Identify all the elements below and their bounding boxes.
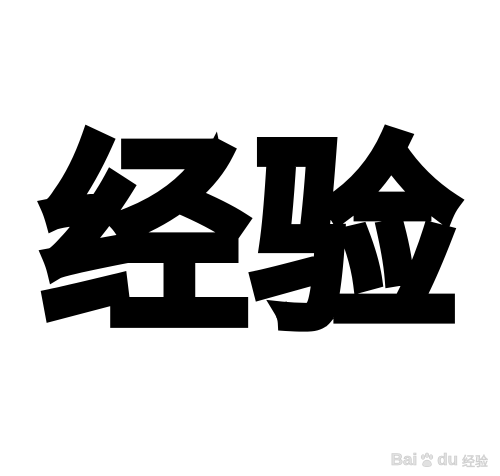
artwork-canvas: 经 验 Bai du 经验	[0, 0, 500, 476]
baidu-watermark: Bai du 经验	[390, 450, 489, 470]
headline-char-jing: 经	[37, 118, 253, 358]
watermark-brand-left: Bai	[390, 450, 418, 470]
baidu-paw-icon	[421, 452, 434, 467]
watermark-brand-right: du	[437, 450, 458, 470]
headline-text: 经 验	[28, 118, 472, 358]
watermark-sub: 经验	[461, 454, 489, 470]
headline-char-yan: 验	[247, 118, 463, 358]
